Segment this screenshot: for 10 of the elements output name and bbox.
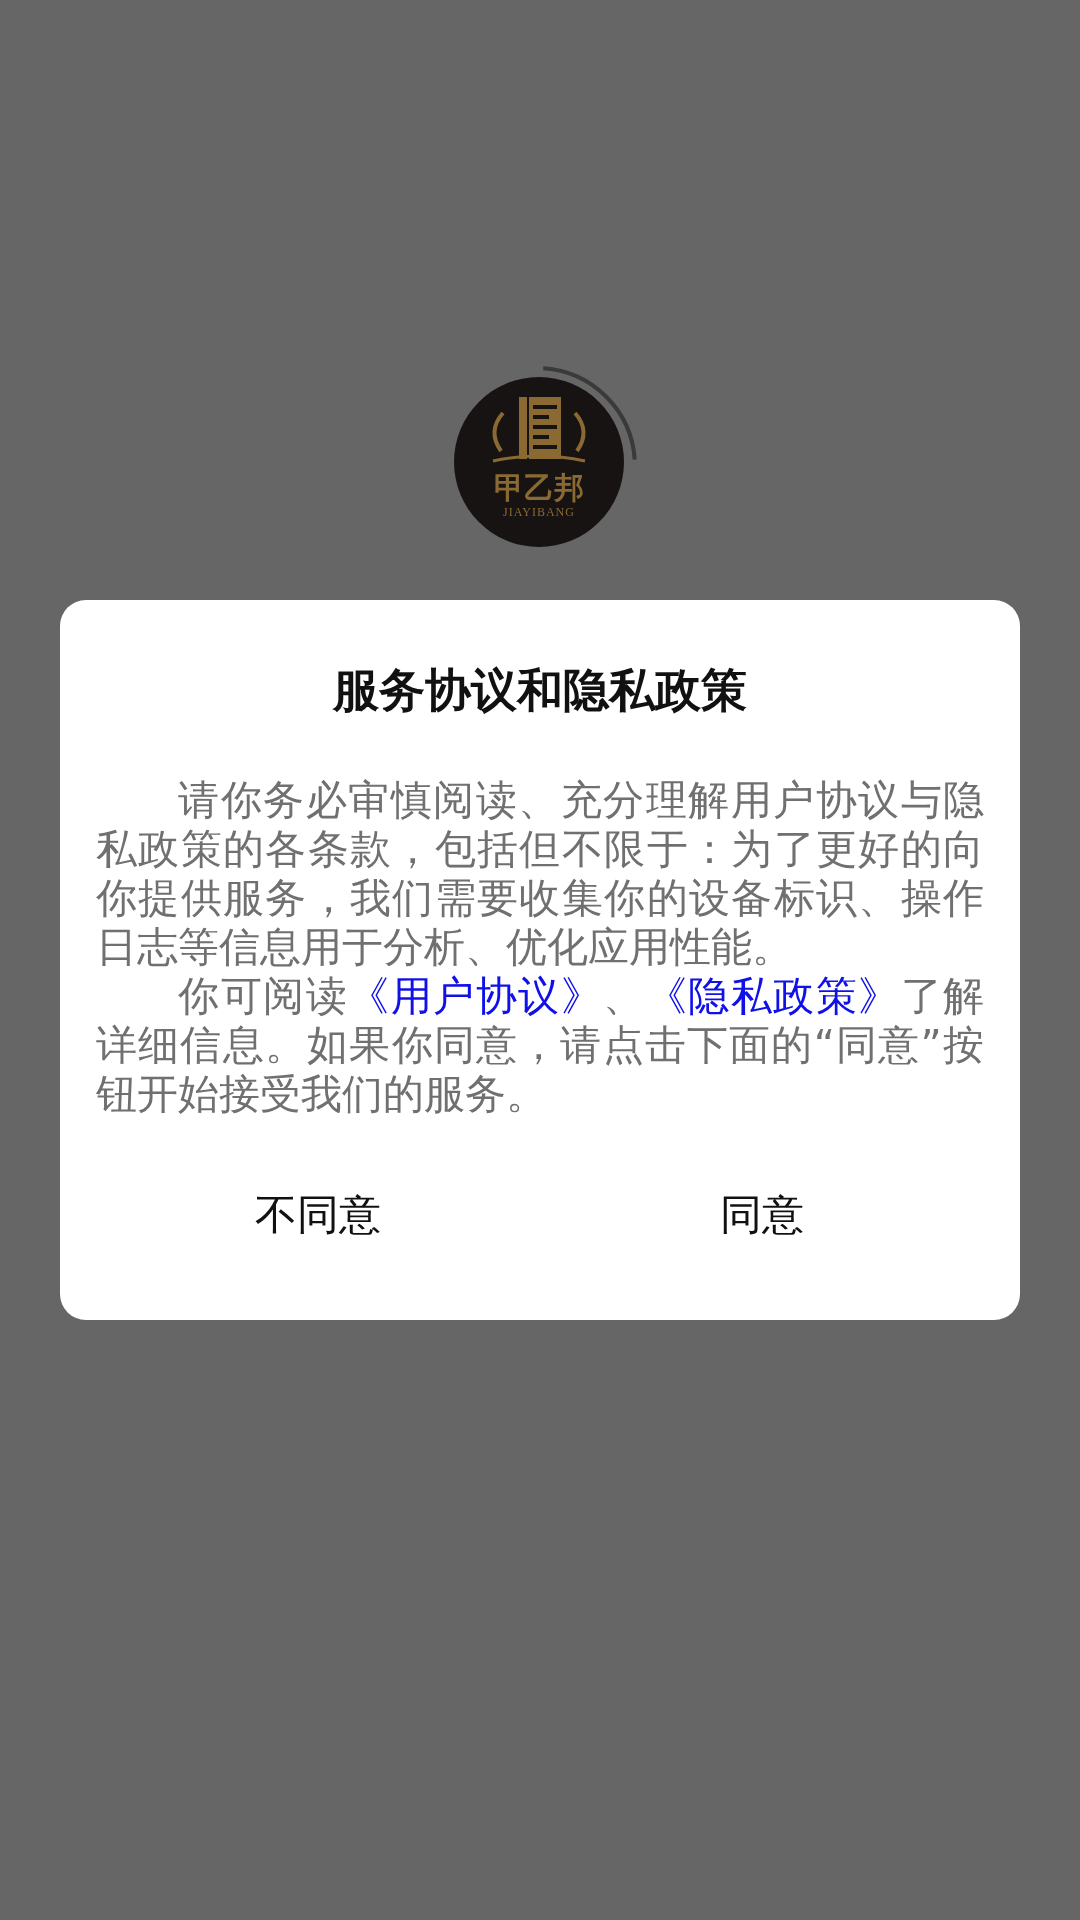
loading-arc-icon <box>540 365 638 463</box>
dialog-title: 服务协议和隐私政策 <box>331 662 748 719</box>
dialog-button[interactable]: 同意 <box>540 1167 984 1263</box>
agreement-paragraph: 请你务必审慎阅读、充分理解用户协议与隐私政策的各条款，包括但不限于：为了更好的向你提供服务，我们需要收集你的设备标识、操作日志等信息用于分析、优化应用性能。 <box>96 776 984 972</box>
logo-name: 甲乙邦 <box>494 471 584 505</box>
policy-link[interactable]: 《用户协议》 <box>348 972 603 1020</box>
dialog-button[interactable]: 不同意 <box>96 1167 540 1263</box>
agreement-paragraph: 你可阅读《用户协议》、《隐私政策》了解详细信息。如果你同意，请点击下面的“同意”按钮开始接受我们的服务。 <box>96 972 984 1119</box>
policy-link[interactable]: 《隐私政策》 <box>645 972 901 1020</box>
logo-subtitle: JIAYIBANG <box>503 505 575 519</box>
